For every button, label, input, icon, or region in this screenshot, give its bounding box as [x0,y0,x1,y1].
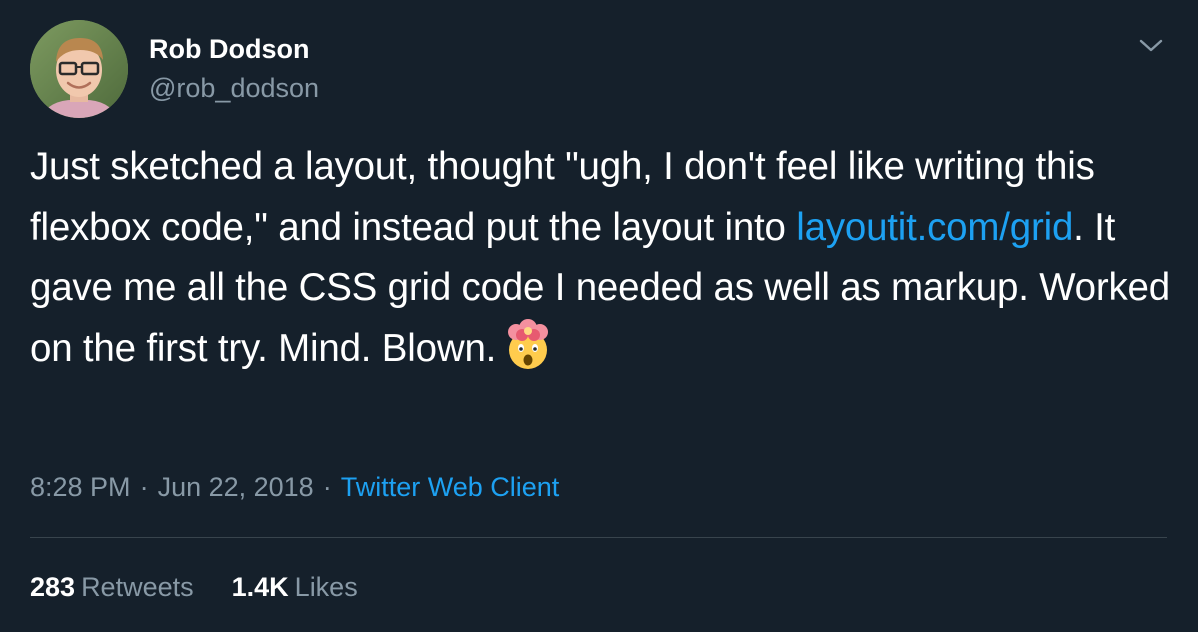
meta-separator: · [322,472,332,502]
divider [30,537,1167,538]
user-handle[interactable]: @rob_dodson [149,72,319,104]
likes-label: Likes [294,572,358,602]
likes-count: 1.4K [231,572,289,602]
retweets-stat[interactable]: 283 Retweets [30,570,194,604]
user-name[interactable]: Rob Dodson [149,33,309,65]
avatar[interactable] [30,20,128,118]
tweet-text: Just sketched a layout, thought "ugh, I … [30,137,1170,379]
chevron-down-icon[interactable] [1137,33,1165,57]
retweets-count: 283 [30,572,76,602]
tweet-card: Rob Dodson @rob_dodson Just sketched a l… [0,0,1198,632]
tweet-time[interactable]: 8:28 PM [30,472,131,502]
likes-stat[interactable]: 1.4K Likes [232,570,358,604]
tweet-link[interactable]: layoutit.com/grid [796,206,1073,249]
tweet-meta: 8:28 PM · Jun 22, 2018 · Twitter Web Client [30,470,559,504]
tweet-client-link[interactable]: Twitter Web Client [341,472,560,502]
tweet-stats: 283 Retweets 1.4K Likes [30,570,358,604]
meta-separator: · [139,472,149,502]
retweets-label: Retweets [81,572,194,602]
exploding-head-icon [502,318,554,371]
tweet-date[interactable]: Jun 22, 2018 [158,472,314,502]
